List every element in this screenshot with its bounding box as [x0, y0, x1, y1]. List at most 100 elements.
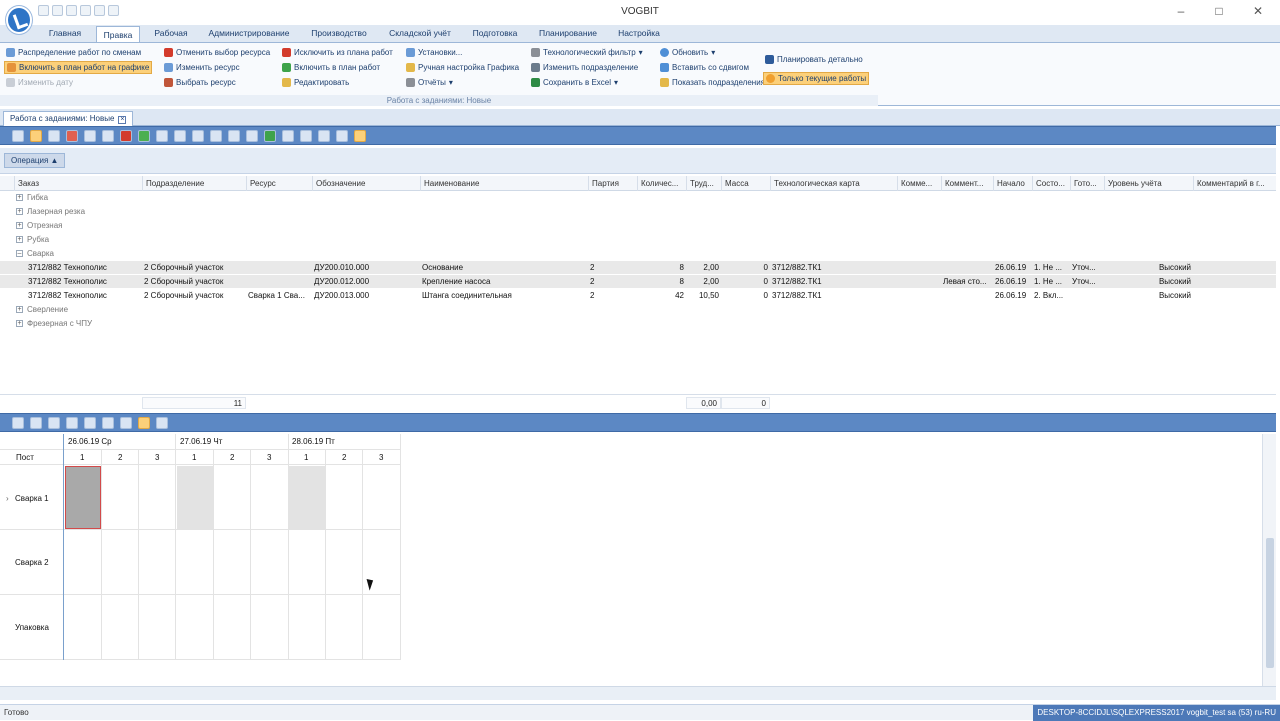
app-logo-icon[interactable] [6, 6, 32, 34]
col-start[interactable]: Начало [993, 176, 1032, 191]
col-resource[interactable]: Ресурс [246, 176, 312, 191]
shift-distribution-button[interactable]: Распределение работ по сменам [6, 46, 141, 59]
scroll-thumb[interactable] [1266, 538, 1274, 668]
save-excel-button[interactable]: Сохранить в Excel ▾ [531, 76, 618, 89]
insert-with-shift-button[interactable]: Вставить со сдвигом [660, 61, 749, 74]
col-designation[interactable]: Обозначение [312, 176, 420, 191]
include-icon[interactable] [138, 129, 150, 142]
plan-detailed-button[interactable]: Планировать детально [765, 53, 863, 66]
col-state[interactable]: Состо... [1032, 176, 1070, 191]
calendar-icon[interactable] [66, 416, 78, 429]
tab-warehouse[interactable]: Складской учёт [382, 25, 458, 42]
table-row[interactable]: 3712/882 Технополис 2 Сборочный участок … [0, 275, 1276, 289]
doc-tab-new-tasks[interactable]: Работа с заданиями: Новые × [3, 111, 134, 126]
export-icon[interactable] [156, 416, 168, 429]
expand-icon[interactable]: + [16, 236, 23, 244]
department-icon[interactable] [336, 129, 348, 142]
col-comment-2[interactable]: Коммент... [941, 176, 993, 191]
tab-planning[interactable]: Планирование [532, 25, 604, 42]
tab-settings[interactable]: Настройка [612, 25, 666, 42]
save-icon[interactable] [12, 129, 24, 142]
insert-icon[interactable] [300, 129, 312, 142]
settings-button[interactable]: Установки... [406, 46, 462, 59]
horizontal-scrollbar[interactable] [0, 686, 1276, 700]
search-icon[interactable] [48, 416, 60, 429]
view-icon[interactable] [174, 129, 186, 142]
col-accounting-level[interactable]: Уровень учёта [1104, 176, 1193, 191]
tab-home[interactable]: Главная [42, 25, 88, 42]
save-icon[interactable] [12, 416, 24, 429]
group-row[interactable]: + Отрезная [0, 219, 1276, 233]
print-icon[interactable] [210, 129, 222, 142]
tech-filter-button[interactable]: Технологический фильтр ▾ [531, 46, 643, 59]
maximize-icon[interactable]: □ [1212, 4, 1226, 18]
barcode-icon[interactable] [120, 416, 132, 429]
col-quantity[interactable]: Количес... [637, 176, 686, 191]
change-date-button[interactable]: Изменить дату [6, 76, 73, 89]
col-chart-comment[interactable]: Комментарий в г... [1193, 176, 1276, 191]
edit-button[interactable]: Редактировать [282, 76, 349, 89]
copy-icon[interactable] [48, 129, 60, 142]
show-departments-button[interactable]: Показать подразделения [660, 76, 765, 89]
tab-administration[interactable]: Администрирование [202, 25, 296, 42]
group-row[interactable]: + Гибка [0, 191, 1276, 205]
col-ready[interactable]: Гото... [1070, 176, 1104, 191]
col-name[interactable]: Наименование [420, 176, 588, 191]
group-row-expanded[interactable]: – Сварка [0, 247, 1276, 261]
include-in-plan-on-chart-button[interactable]: Включить в план работ на графике [4, 61, 153, 74]
resource-icon[interactable] [84, 416, 96, 429]
view-icon[interactable] [102, 416, 114, 429]
group-operation-button[interactable]: Операция ▲ [4, 153, 66, 168]
col-order[interactable]: Заказ [14, 176, 142, 191]
reports-button[interactable]: Отчёты ▾ [406, 76, 453, 89]
excel-icon[interactable] [264, 129, 276, 142]
vertical-scrollbar[interactable] [1262, 434, 1276, 686]
group-row[interactable]: + Сверление [0, 303, 1276, 317]
col-labor[interactable]: Труд... [686, 176, 721, 191]
cancel-resource-button[interactable]: Отменить выбор ресурса [164, 46, 270, 59]
occupied-shift-cell[interactable] [177, 466, 213, 529]
exclude-from-plan-button[interactable]: Исключить из плана работ [282, 46, 393, 59]
tab-production[interactable]: Производство [304, 25, 374, 42]
col-mass[interactable]: Масса [721, 176, 770, 191]
resource-icon[interactable] [102, 129, 114, 142]
close-tab-icon[interactable]: × [118, 116, 127, 124]
refresh-icon[interactable] [30, 416, 42, 429]
minimize-icon[interactable]: – [1174, 4, 1188, 18]
expand-icon[interactable]: + [16, 208, 23, 216]
delete-icon[interactable] [66, 129, 78, 142]
refresh-icon[interactable] [282, 129, 294, 142]
collapse-icon[interactable]: – [16, 250, 23, 258]
expand-icon[interactable]: + [16, 306, 23, 314]
tab-edit[interactable]: Правка [96, 26, 140, 42]
col-comment-1[interactable]: Комме... [897, 176, 941, 191]
undo-icon[interactable] [84, 129, 96, 142]
col-batch[interactable]: Партия [588, 176, 637, 191]
stop-icon[interactable] [120, 129, 132, 142]
edit-icon[interactable] [156, 129, 168, 142]
select-resource-button[interactable]: Выбрать ресурс [164, 76, 236, 89]
close-icon[interactable]: ✕ [1251, 4, 1265, 18]
current-works-only-toggle[interactable]: Только текущие работы [763, 72, 870, 85]
col-tech-card[interactable]: Технологическая карта [770, 176, 897, 191]
table-row-selected[interactable]: 3712/882 Технополис 2 Сборочный участок … [0, 289, 1276, 303]
group-icon[interactable] [246, 129, 258, 142]
add-icon[interactable] [30, 129, 42, 142]
manual-chart-setup-button[interactable]: Ручная настройка Графика [406, 61, 519, 74]
expand-icon[interactable]: + [16, 194, 23, 202]
tab-preparation[interactable]: Подготовка [466, 25, 524, 42]
group-row[interactable]: + Лазерная резка [0, 205, 1276, 219]
include-in-plan-button[interactable]: Включить в план работ [282, 61, 380, 74]
group-row[interactable]: + Рубка [0, 233, 1276, 247]
occupied-shift-cell[interactable] [289, 466, 325, 529]
clock-icon[interactable] [354, 129, 366, 142]
col-department[interactable]: Подразделение [142, 176, 246, 191]
layout-icon[interactable] [192, 129, 204, 142]
change-department-button[interactable]: Изменить подразделение [531, 61, 638, 74]
tab-work[interactable]: Рабочая [148, 25, 194, 42]
expand-icon[interactable]: + [16, 222, 23, 230]
refresh-button[interactable]: Обновить ▾ [660, 46, 715, 59]
expand-icon[interactable]: + [16, 320, 23, 328]
table-row[interactable]: 3712/882 Технополис 2 Сборочный участок … [0, 261, 1276, 275]
occupied-shift-cell[interactable] [65, 466, 101, 529]
